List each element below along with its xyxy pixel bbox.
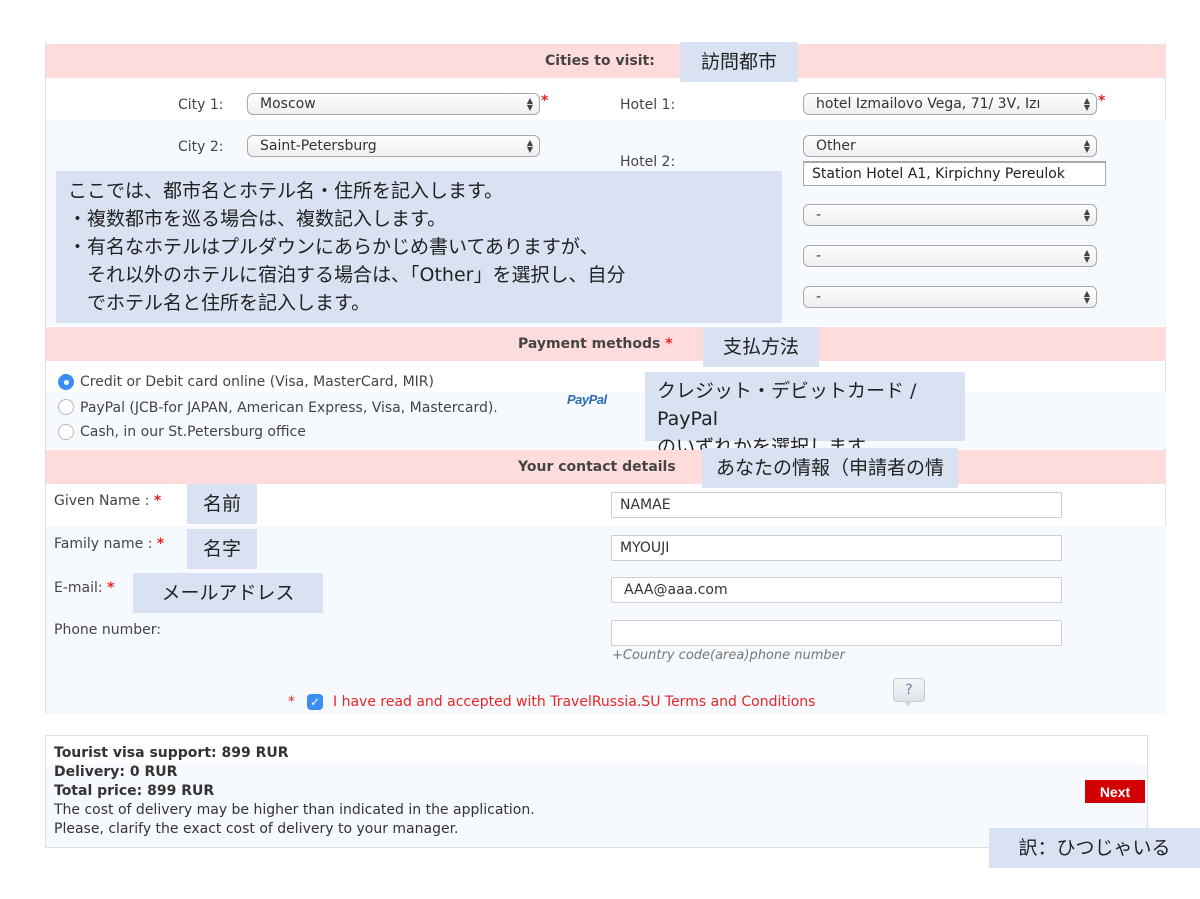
hotel2-custom-input[interactable]: Station Hotel A1, Kirpichny Pereulok bbox=[803, 161, 1106, 186]
phone-input[interactable] bbox=[611, 620, 1062, 646]
hotel1-select[interactable]: hotel Izmailovo Vega, 71/ 3V, Izı ▲ ▼ bbox=[803, 93, 1097, 115]
given-name-label: Given Name : * bbox=[54, 493, 161, 509]
email-required-mark: * bbox=[107, 580, 115, 596]
hotel3-select[interactable]: - ▲ ▼ bbox=[803, 204, 1097, 226]
hotel5-value: - bbox=[816, 289, 822, 305]
select-arrows-icon: ▲ ▼ bbox=[1083, 289, 1090, 305]
select-arrows-icon: ▲ ▼ bbox=[1083, 207, 1090, 223]
note-line: ・有名なホテルはプルダウンにあらかじめ書いてありますが、 bbox=[68, 236, 599, 258]
city1-required-mark: * bbox=[541, 93, 549, 109]
hotel3-value: - bbox=[816, 207, 822, 223]
hotel1-value: hotel Izmailovo Vega, 71/ 3V, Izı bbox=[816, 96, 1041, 112]
select-arrows-icon: ▲ ▼ bbox=[1083, 96, 1090, 112]
payment-section-title: Payment methods * bbox=[518, 336, 673, 352]
note-line: ここでは、都市名とホテル名・住所を記入します。 bbox=[68, 180, 504, 202]
hotel4-select[interactable]: - ▲ ▼ bbox=[803, 245, 1097, 267]
select-arrows-icon: ▲ ▼ bbox=[526, 96, 533, 112]
payment-note: 支払方法 bbox=[703, 327, 819, 367]
payment-required-mark: * bbox=[665, 336, 673, 352]
paypal-logo: PayPal bbox=[567, 392, 607, 407]
payment-instruction-note: クレジット・デビットカード / PayPal のいずれかを選択します。 bbox=[645, 372, 965, 458]
terms-checkbox[interactable]: ✓ bbox=[307, 694, 323, 710]
hotel1-required-mark: * bbox=[1098, 93, 1106, 109]
payment-option-card-label: Credit or Debit card online (Visa, Maste… bbox=[80, 374, 434, 390]
family-name-input[interactable]: MYOUJI bbox=[611, 535, 1062, 561]
family-name-required-mark: * bbox=[156, 536, 165, 552]
hotel1-label: Hotel 1: bbox=[620, 97, 676, 113]
phone-hint: +Country code(area)phone number bbox=[612, 648, 845, 663]
city1-label: City 1: bbox=[178, 97, 224, 113]
hotel2-label: Hotel 2: bbox=[620, 154, 676, 170]
hotel2-value: Other bbox=[816, 138, 856, 154]
visa-support-price: Tourist visa support: 899 RUR bbox=[54, 745, 289, 761]
cities-note: 訪問都市 bbox=[680, 42, 798, 82]
hotel4-value: - bbox=[816, 248, 822, 264]
delivery-price: Delivery: 0 RUR bbox=[54, 764, 178, 780]
payment-title-text: Payment methods bbox=[518, 336, 661, 352]
terms-label[interactable]: I have read and accepted with TravelRuss… bbox=[333, 694, 815, 710]
city1-select[interactable]: Moscow ▲ ▼ bbox=[247, 93, 540, 115]
note-line: クレジット・デビットカード / PayPal bbox=[657, 380, 917, 430]
terms-required-mark: * bbox=[288, 694, 295, 710]
email-label-text: E-mail: bbox=[54, 580, 103, 596]
cities-instruction-note: ここでは、都市名とホテル名・住所を記入します。 ・複数都市を巡る場合は、複数記入… bbox=[56, 171, 782, 323]
translator-credit: 訳：ひつじゃいる bbox=[989, 828, 1200, 868]
family-name-note: 名字 bbox=[187, 529, 257, 569]
hotel2-select[interactable]: Other ▲ ▼ bbox=[803, 135, 1097, 157]
payment-radio-paypal[interactable] bbox=[58, 399, 74, 415]
payment-radio-card[interactable] bbox=[58, 374, 74, 390]
email-note: メールアドレス bbox=[133, 573, 323, 613]
phone-label: Phone number: bbox=[54, 622, 161, 638]
family-name-label-text: Family name : bbox=[54, 536, 153, 552]
given-name-label-text: Given Name : bbox=[54, 493, 150, 509]
select-arrows-icon: ▲ ▼ bbox=[526, 138, 533, 154]
total-price: Total price: 899 RUR bbox=[54, 783, 215, 799]
given-name-note: 名前 bbox=[187, 484, 257, 524]
note-line: それ以外のホテルに宿泊する場合は、「Other」を選択し、自分 bbox=[68, 264, 626, 286]
payment-option-cash-label: Cash, in our St.Petersburg office bbox=[80, 424, 306, 440]
city2-value: Saint-Petersburg bbox=[260, 138, 377, 154]
given-name-required-mark: * bbox=[153, 493, 162, 509]
note-line: ・複数都市を巡る場合は、複数記入します。 bbox=[68, 208, 447, 230]
city2-select[interactable]: Saint-Petersburg ▲ ▼ bbox=[247, 135, 540, 157]
city1-value: Moscow bbox=[260, 96, 316, 112]
delivery-disclaimer-2: Please, clarify the exact cost of delive… bbox=[54, 821, 459, 837]
cities-section-title: Cities to visit: bbox=[545, 53, 655, 69]
contact-note: あなたの情報（申請者の情報） bbox=[702, 448, 958, 519]
payment-option-paypal-label: PayPal (JCB-for JAPAN, American Express,… bbox=[80, 400, 498, 416]
city2-label: City 2: bbox=[178, 139, 224, 155]
payment-radio-cash[interactable] bbox=[58, 424, 74, 440]
help-icon[interactable]: ? bbox=[893, 678, 925, 707]
contact-section-title: Your contact details bbox=[518, 459, 676, 475]
select-arrows-icon: ▲ ▼ bbox=[1083, 248, 1090, 264]
select-arrows-icon: ▲ ▼ bbox=[1083, 138, 1090, 154]
family-name-label: Family name : * bbox=[54, 536, 164, 552]
email-label: E-mail: * bbox=[54, 580, 114, 596]
email-input[interactable]: AAA@aaa.com bbox=[611, 577, 1062, 603]
note-line: でホテル名と住所を記入します。 bbox=[68, 292, 371, 314]
hotel5-select[interactable]: - ▲ ▼ bbox=[803, 286, 1097, 308]
delivery-disclaimer-1: The cost of delivery may be higher than … bbox=[54, 802, 535, 818]
given-name-input[interactable]: NAMAE bbox=[611, 492, 1062, 518]
next-button[interactable]: Next bbox=[1085, 780, 1145, 803]
